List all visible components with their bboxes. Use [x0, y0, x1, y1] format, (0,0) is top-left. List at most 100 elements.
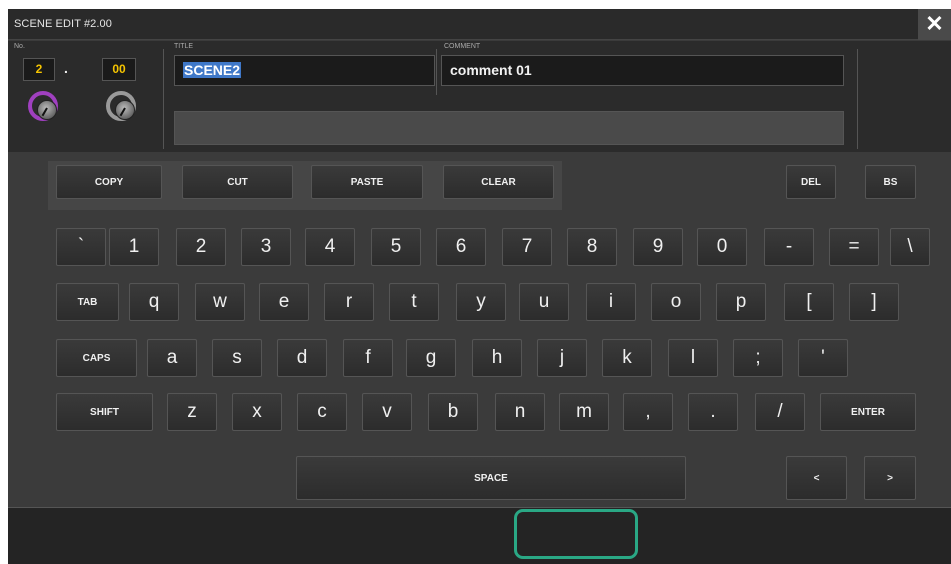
title-value: SCENE2	[183, 62, 242, 78]
key-row3-2[interactable]: d	[277, 339, 327, 377]
title-field[interactable]: SCENE2	[174, 55, 435, 86]
key-row1-13[interactable]: \	[890, 228, 930, 266]
key-row1-6[interactable]: 6	[436, 228, 486, 266]
key-row1-3[interactable]: 3	[241, 228, 291, 266]
key-row4-3-label: v	[382, 401, 392, 422]
key-row1-6-label: 6	[455, 236, 467, 257]
no-label: No.	[14, 43, 25, 50]
key-row3-0[interactable]: a	[147, 339, 197, 377]
key-row2-4[interactable]: t	[389, 283, 439, 321]
comment-field[interactable]: comment 01	[441, 55, 844, 86]
key-row1-12[interactable]: =	[829, 228, 879, 266]
paste-button[interactable]: PASTE	[311, 165, 423, 199]
space-key[interactable]: SPACE	[296, 456, 686, 500]
cut-button[interactable]: CUT	[182, 165, 293, 199]
key-row3-6[interactable]: j	[537, 339, 587, 377]
key-row1-11[interactable]: -	[764, 228, 814, 266]
shift-key[interactable]: SHIFT	[56, 393, 153, 431]
knob-icon[interactable]	[106, 91, 136, 121]
key-row1-2-label: 2	[195, 236, 207, 257]
key-row1-9-label: 9	[652, 236, 664, 257]
key-row3-10[interactable]: '	[798, 339, 848, 377]
key-row4-7[interactable]: ,	[623, 393, 673, 431]
scene-number-major[interactable]: 2	[23, 58, 55, 81]
key-row2-6-label: u	[538, 291, 550, 312]
key-row4-2[interactable]: c	[297, 393, 347, 431]
key-row4-0[interactable]: z	[167, 393, 217, 431]
key-row4-5[interactable]: n	[495, 393, 545, 431]
number-separator: .	[64, 60, 68, 76]
key-row1-1[interactable]: 1	[109, 228, 159, 266]
key-row1-8-label: 8	[586, 236, 598, 257]
clear-button[interactable]: CLEAR	[443, 165, 554, 199]
key-row2-10[interactable]: [	[784, 283, 834, 321]
del-button[interactable]: DEL	[786, 165, 836, 199]
tab-key[interactable]: TAB	[56, 283, 119, 321]
key-row4-6-label: m	[576, 401, 592, 422]
key-row3-8[interactable]: l	[668, 339, 718, 377]
comment-label: COMMENT	[444, 43, 481, 50]
key-row1-4[interactable]: 4	[305, 228, 355, 266]
key-row4-9[interactable]: /	[755, 393, 805, 431]
cursor-left-key[interactable]: <	[786, 456, 847, 500]
key-row2-2[interactable]: e	[259, 283, 309, 321]
caps-key[interactable]: CAPS	[56, 339, 137, 377]
cursor-right-key[interactable]: >	[864, 456, 916, 500]
copy-button[interactable]: COPY	[56, 165, 162, 199]
key-row1-2[interactable]: 2	[176, 228, 226, 266]
close-button[interactable]: ✕	[918, 9, 951, 40]
shift-key-label: SHIFT	[90, 406, 119, 418]
key-row3-4[interactable]: g	[406, 339, 456, 377]
key-row2-5[interactable]: y	[456, 283, 506, 321]
backspace-button-label: BS	[883, 176, 898, 188]
key-row2-3[interactable]: r	[324, 283, 374, 321]
key-row1-5[interactable]: 5	[371, 228, 421, 266]
ok-highlight	[514, 509, 638, 559]
copy-button-label: COPY	[94, 176, 124, 188]
key-row3-5[interactable]: h	[472, 339, 522, 377]
title-bar: SCENE EDIT #2.00 ✕	[8, 9, 951, 40]
key-row1-9[interactable]: 9	[633, 228, 683, 266]
key-row4-6[interactable]: m	[559, 393, 609, 431]
key-row1-5-label: 5	[390, 236, 402, 257]
key-row1-8[interactable]: 8	[567, 228, 617, 266]
key-row4-3[interactable]: v	[362, 393, 412, 431]
key-row3-0-label: a	[166, 347, 178, 368]
key-row1-3-label: 3	[260, 236, 272, 257]
key-row4-7-label: ,	[645, 401, 651, 422]
key-row1-10[interactable]: 0	[697, 228, 747, 266]
key-row1-10-label: 0	[716, 236, 728, 257]
key-row2-3-label: r	[345, 291, 353, 312]
key-row2-1[interactable]: w	[195, 283, 245, 321]
key-row4-9-label: /	[777, 401, 783, 422]
key-row4-1[interactable]: x	[232, 393, 282, 431]
key-row2-11[interactable]: ]	[849, 283, 899, 321]
close-icon: ✕	[925, 11, 944, 36]
key-row3-1[interactable]: s	[212, 339, 262, 377]
key-row2-7[interactable]: i	[586, 283, 636, 321]
key-row2-6[interactable]: u	[519, 283, 569, 321]
backspace-button[interactable]: BS	[865, 165, 916, 199]
key-row3-3[interactable]: f	[343, 339, 393, 377]
key-row1-0-label: `	[77, 236, 85, 257]
key-row1-1-label: 1	[128, 236, 140, 257]
comment-second-line[interactable]	[174, 111, 844, 145]
key-row2-0[interactable]: q	[129, 283, 179, 321]
key-row3-7[interactable]: k	[602, 339, 652, 377]
key-row3-9[interactable]: ;	[733, 339, 783, 377]
knob-icon[interactable]	[28, 91, 58, 121]
key-row2-8-label: o	[670, 291, 682, 312]
scene-number-minor[interactable]: 00	[102, 58, 136, 81]
key-row4-8-label: .	[710, 401, 716, 422]
enter-key[interactable]: ENTER	[820, 393, 916, 431]
key-row4-4[interactable]: b	[428, 393, 478, 431]
footer-bar	[8, 507, 951, 564]
key-row2-4-label: t	[411, 291, 417, 312]
key-row1-0[interactable]: `	[56, 228, 106, 266]
key-row4-8[interactable]: .	[688, 393, 738, 431]
key-row2-8[interactable]: o	[651, 283, 701, 321]
key-row2-9[interactable]: p	[716, 283, 766, 321]
key-row1-7[interactable]: 7	[502, 228, 552, 266]
cut-button-label: CUT	[227, 176, 248, 188]
key-row2-2-label: e	[278, 291, 290, 312]
